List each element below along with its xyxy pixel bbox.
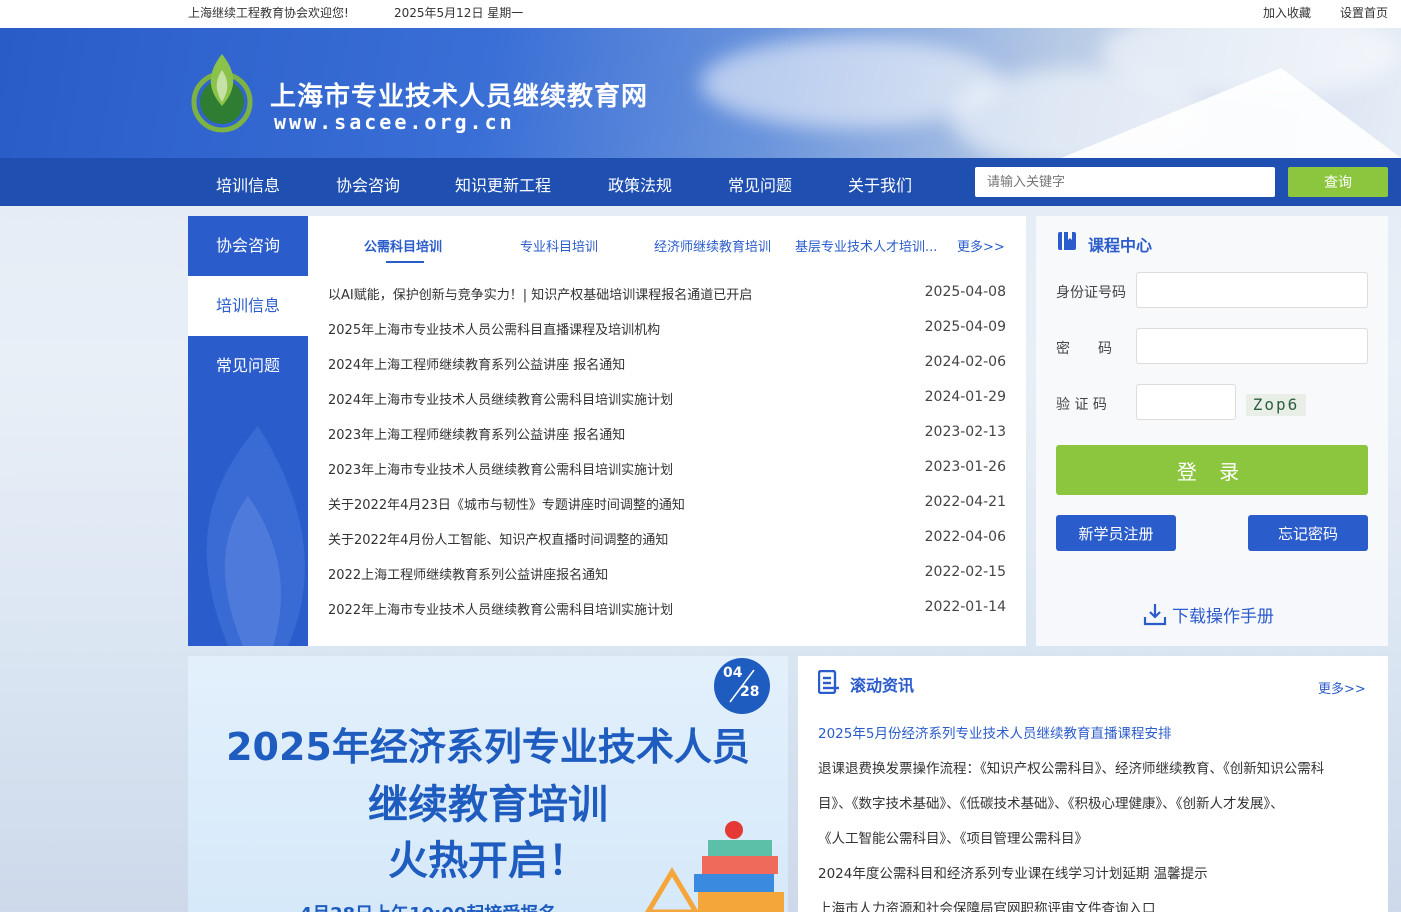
site-url: www.sacee.org.cn <box>274 110 515 134</box>
tab-economist-training[interactable]: 经济师继续教育培训 <box>654 236 771 255</box>
date-text: 2025年5月12日 星期一 <box>394 6 524 20</box>
register-button[interactable]: 新学员注册 <box>1056 515 1176 551</box>
password-label: 密 码 <box>1056 341 1112 357</box>
bookmark-link[interactable]: 加入收藏 <box>1263 4 1311 21</box>
nav-item-policy[interactable]: 政策法规 <box>608 172 672 196</box>
tab-grassroots-training[interactable]: 基层专业技术人才培训... <box>795 236 937 255</box>
captcha-input[interactable] <box>1136 384 1236 420</box>
flame-decoration-icon <box>206 426 305 646</box>
ticker-more-link[interactable]: 更多>> <box>1318 678 1366 697</box>
search-button[interactable]: 查询 <box>1288 167 1388 197</box>
main-nav: 培训信息 协会咨询 知识更新工程 政策法规 常见问题 关于我们 查询 <box>0 158 1401 206</box>
news-panel: 公需科目培训 专业科目培训 经济师继续教育培训 基层专业技术人才培训... 更多… <box>308 216 1026 646</box>
news-row[interactable]: 关于2022年4月23日《城市与韧性》专题讲座时间调整的通知 2022-04-21 <box>328 494 1006 529</box>
list-item[interactable]: 2025年5月份经济系列专业技术人员继续教育直播课程安排 <box>818 722 1373 742</box>
nav-item-training[interactable]: 培训信息 <box>216 172 280 196</box>
left-menu-training[interactable]: 培训信息 <box>188 276 308 336</box>
list-item[interactable]: 目》、《数字技术基础》、《低碳技术基础》、《积极心理健康》、《创新人才发展》、 <box>818 792 1373 812</box>
search-input[interactable] <box>975 167 1275 197</box>
book-icon <box>1058 232 1076 250</box>
left-menu-consult[interactable]: 协会咨询 <box>188 216 308 276</box>
news-row[interactable]: 2022上海工程师继续教育系列公益讲座报名通知 2022-02-15 <box>328 564 1006 599</box>
ticker-title: 滚动资讯 <box>850 676 915 695</box>
password-input[interactable] <box>1136 328 1368 364</box>
news-row[interactable]: 2023年上海工程师继续教育系列公益讲座 报名通知 2023-02-13 <box>328 424 1006 459</box>
news-ticker-panel: 滚动资讯 更多>> 2025年5月份经济系列专业技术人员继续教育直播课程安排 退… <box>798 656 1388 912</box>
tab-public-courses[interactable]: 公需科目培训 <box>364 236 442 255</box>
captcha-image[interactable]: Zop6 <box>1246 394 1306 416</box>
list-item[interactable]: 上海市人力资源和社会保障局官网职称评审文件查询入口 <box>818 897 1373 912</box>
news-more-link[interactable]: 更多>> <box>957 236 1005 255</box>
id-number-input[interactable] <box>1136 272 1368 308</box>
login-button[interactable]: 登 录 <box>1056 445 1368 495</box>
news-row[interactable]: 2025年上海市专业技术人员公需科目直播课程及培训机构 2025-04-09 <box>328 319 1006 354</box>
nav-item-consult[interactable]: 协会咨询 <box>336 172 400 196</box>
news-row[interactable]: 2024年上海工程师继续教育系列公益讲座 报名通知 2024-02-06 <box>328 354 1006 389</box>
banner-line-1: 2025年经济系列专业技术人员 <box>226 725 750 769</box>
nav-item-faq[interactable]: 常见问题 <box>728 172 792 196</box>
left-menu: 协会咨询 培训信息 常见问题 <box>188 216 308 646</box>
captcha-label: 验 证 码 <box>1056 397 1107 413</box>
tab-professional-courses[interactable]: 专业科目培训 <box>520 236 598 255</box>
id-label: 身份证号码 <box>1056 285 1126 301</box>
nav-item-knowledge[interactable]: 知识更新工程 <box>455 172 551 196</box>
set-homepage-link[interactable]: 设置首页 <box>1340 4 1388 21</box>
login-panel: 课程中心 身份证号码 密 码 验 证 码 Zop6 登 录 新学员注册 忘记密码… <box>1036 216 1388 646</box>
left-menu-faq[interactable]: 常见问题 <box>188 336 308 396</box>
list-item[interactable]: 《人工智能公需科目》、《项目管理公需科目》 <box>818 827 1373 847</box>
nav-item-about[interactable]: 关于我们 <box>848 172 912 196</box>
site-title: 上海市专业技术人员继续教育网 <box>270 82 649 112</box>
books-illustration-icon <box>645 821 784 912</box>
list-item[interactable]: 2024年度公需科目和经济系列专业课在线学习计划延期 温馨提示 <box>818 862 1373 882</box>
news-list-icon <box>818 670 839 694</box>
news-row[interactable]: 以AI赋能，保护创新与竞争实力！| 知识产权基础培训课程报名通道已开启 2025-… <box>328 284 1006 319</box>
download-icon[interactable] <box>1142 601 1168 627</box>
active-tab-underline <box>386 261 424 263</box>
news-row[interactable]: 2023年上海市专业技术人员继续教育公需科目培训实施计划 2023-01-26 <box>328 459 1006 494</box>
site-logo-icon <box>191 54 253 133</box>
forgot-password-button[interactable]: 忘记密码 <box>1248 515 1368 551</box>
download-manual-link[interactable]: 下载操作手册 <box>1172 602 1274 627</box>
banner-date-badge: 04 28 <box>714 658 770 714</box>
news-row[interactable]: 关于2022年4月份人工智能、知识产权直播时间调整的通知 2022-04-06 <box>328 529 1006 564</box>
promo-banner[interactable]: 04 28 2025年经济系列专业技术人员 继续教育培训 火热开启！ 4月28日… <box>188 656 788 912</box>
top-bar: 上海继续工程教育协会欢迎您! 2025年5月12日 星期一 加入收藏 设置首页 <box>0 0 1401 28</box>
header-banner: 上海市专业技术人员继续教育网 www.sacee.org.cn <box>0 28 1401 158</box>
welcome-text: 上海继续工程教育协会欢迎您! <box>188 6 349 20</box>
course-center-title: 课程中心 <box>1088 236 1153 255</box>
news-row[interactable]: 2024年上海市专业技术人员继续教育公需科目培训实施计划 2024-01-29 <box>328 389 1006 424</box>
news-row[interactable]: 2022年上海市专业技术人员继续教育公需科目培训实施计划 2022-01-14 <box>328 599 1006 634</box>
mountain-decoration <box>1061 68 1401 158</box>
list-item[interactable]: 退课退费换发票操作流程：《知识产权公需科目》、经济师继续教育、《创新知识公需科 <box>818 757 1373 777</box>
